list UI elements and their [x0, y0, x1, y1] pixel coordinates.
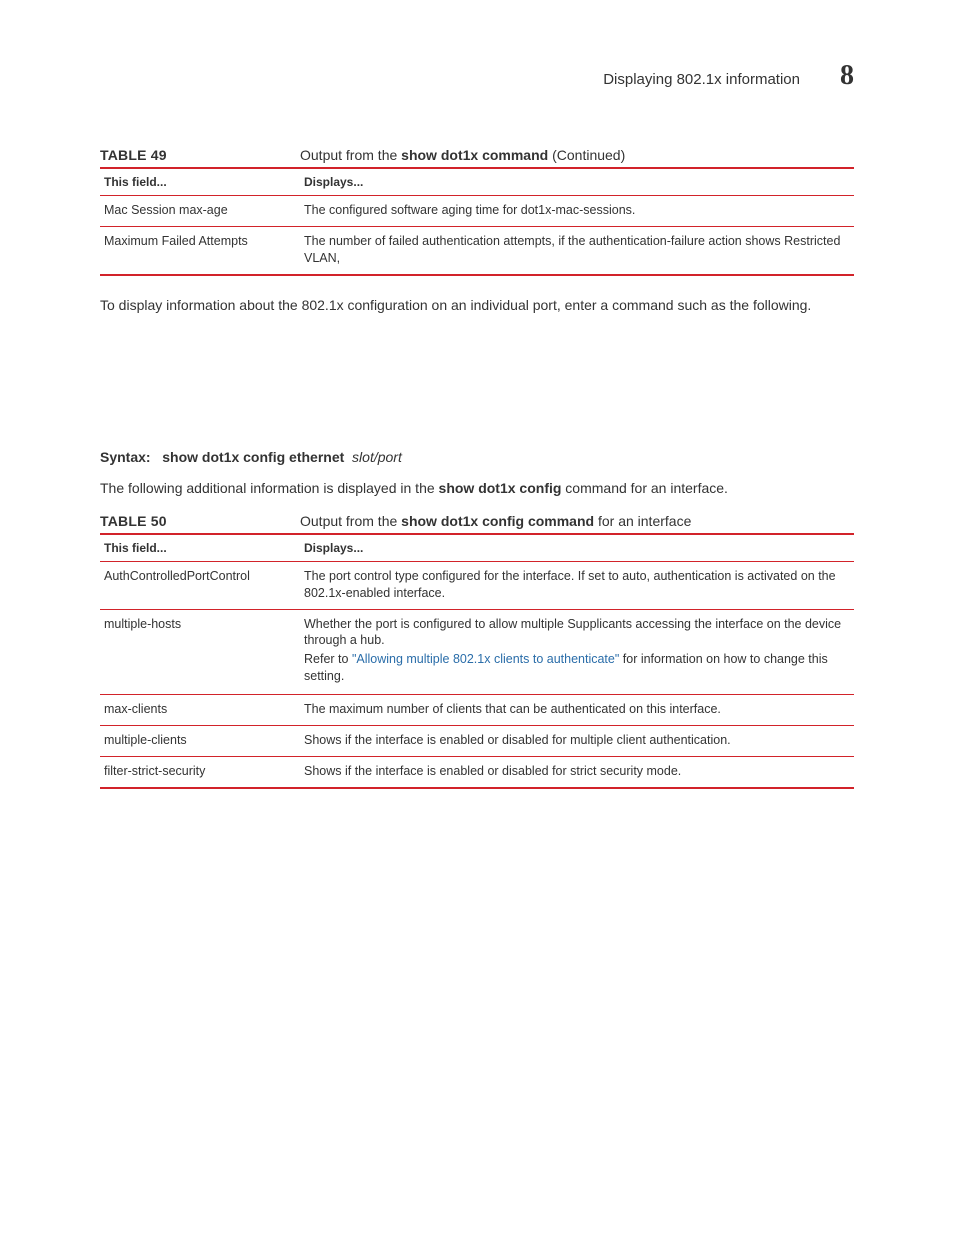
- table50-r2-desc: Whether the port is configured to allow …: [300, 609, 854, 695]
- table49-head-col2: Displays...: [300, 168, 854, 196]
- table49-caption-post: (Continued): [548, 147, 625, 163]
- table-row: Mac Session max-age The configured softw…: [100, 196, 854, 227]
- table50-r1-desc: The port control type configured for the…: [300, 561, 854, 609]
- table50-label: TABLE 50: [100, 513, 300, 529]
- header-title: Displaying 802.1x information: [603, 71, 800, 88]
- table50-r4-field: multiple-clients: [100, 725, 300, 756]
- table-row: Maximum Failed Attempts The number of fa…: [100, 226, 854, 274]
- table49-caption: TABLE 49 Output from the show dot1x comm…: [100, 147, 854, 163]
- syntax-line: Syntax: show dot1x config ethernet slot/…: [100, 449, 854, 465]
- table50-r4-desc: Shows if the interface is enabled or dis…: [300, 725, 854, 756]
- table49-head-col1: This field...: [100, 168, 300, 196]
- table50-r2-d2-pre: Refer to: [304, 652, 352, 666]
- table50-caption-post: for an interface: [594, 513, 691, 529]
- page-header: Displaying 802.1x information 8: [100, 60, 854, 92]
- table49: This field... Displays... Mac Session ma…: [100, 167, 854, 276]
- chapter-number: 8: [840, 60, 854, 92]
- table49-caption-bold: show dot1x command: [401, 147, 548, 163]
- table50-r3-desc: The maximum number of clients that can b…: [300, 695, 854, 726]
- table50-r2-desc-p2: Refer to "Allowing multiple 802.1x clien…: [304, 651, 850, 685]
- table49-r1-desc: The configured software aging time for d…: [300, 196, 854, 227]
- table50-r5-desc: Shows if the interface is enabled or dis…: [300, 756, 854, 787]
- table-row: filter-strict-security Shows if the inte…: [100, 756, 854, 787]
- table50: This field... Displays... AuthControlled…: [100, 533, 854, 789]
- syntax-arg: slot/port: [352, 449, 402, 465]
- paragraph-1: To display information about the 802.1x …: [100, 296, 854, 316]
- table49-r2-field: Maximum Failed Attempts: [100, 226, 300, 274]
- table49-caption-text: Output from the show dot1x command (Cont…: [300, 147, 625, 163]
- table50-caption-pre: Output from the: [300, 513, 401, 529]
- para2-pre: The following additional information is …: [100, 480, 439, 496]
- table50-head-col1: This field...: [100, 534, 300, 562]
- table50-caption: TABLE 50 Output from the show dot1x conf…: [100, 513, 854, 529]
- table50-caption-text: Output from the show dot1x config comman…: [300, 513, 691, 529]
- table50-r1-field: AuthControlledPortControl: [100, 561, 300, 609]
- table-row: AuthControlledPortControl The port contr…: [100, 561, 854, 609]
- table50-r3-field: max-clients: [100, 695, 300, 726]
- table50-r2-field: multiple-hosts: [100, 609, 300, 695]
- spacer: [100, 329, 854, 449]
- table49-r2-desc: The number of failed authentication atte…: [300, 226, 854, 274]
- table50-caption-bold: show dot1x config command: [401, 513, 594, 529]
- table50-r2-d2-link[interactable]: "Allowing multiple 802.1x clients to aut…: [352, 652, 619, 666]
- table-row: multiple-hosts Whether the port is confi…: [100, 609, 854, 695]
- syntax-label: Syntax:: [100, 449, 151, 465]
- table50-r2-desc-p1: Whether the port is configured to allow …: [304, 616, 850, 650]
- table-row: max-clients The maximum number of client…: [100, 695, 854, 726]
- para2-bold: show dot1x config: [439, 480, 562, 496]
- syntax-command: show dot1x config ethernet: [162, 449, 344, 465]
- table49-r1-field: Mac Session max-age: [100, 196, 300, 227]
- table49-caption-pre: Output from the: [300, 147, 401, 163]
- table50-head-col2: Displays...: [300, 534, 854, 562]
- table-row: multiple-clients Shows if the interface …: [100, 725, 854, 756]
- table49-label: TABLE 49: [100, 147, 300, 163]
- para2-post: command for an interface.: [561, 480, 728, 496]
- paragraph-2: The following additional information is …: [100, 479, 854, 499]
- table50-r5-field: filter-strict-security: [100, 756, 300, 787]
